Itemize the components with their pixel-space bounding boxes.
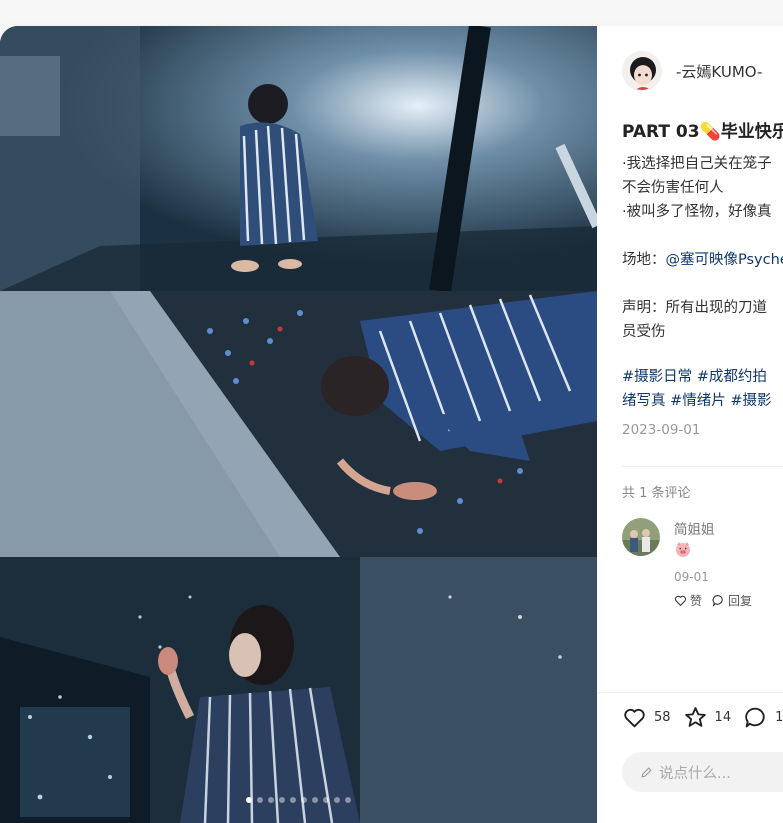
comment-input[interactable]: 说点什么... bbox=[622, 752, 783, 792]
carousel-photo-2 bbox=[0, 291, 597, 557]
venue-line: 场地：@塞可映像Psyche bbox=[622, 248, 783, 272]
carousel-dot[interactable] bbox=[323, 797, 329, 803]
disclaimer-line: 声明：所有出现的刀道 bbox=[622, 300, 767, 316]
like-count: 58 bbox=[654, 710, 671, 725]
hashtag-list: #摄影日常 #成都约拍 绪写真 #情绪片 #摄影 bbox=[622, 365, 783, 413]
desc-line: ·被叫多了怪物，好像真 bbox=[622, 204, 772, 220]
comment-count-bottom: 1 bbox=[775, 710, 783, 725]
comment-like-button[interactable]: 赞 bbox=[674, 592, 702, 609]
author-info[interactable]: -云嫣KUMO- bbox=[622, 51, 762, 91]
carousel-dot[interactable] bbox=[257, 797, 263, 803]
note-description: ·我选择把自己关在笼子 不会伤害任何人 ·被叫多了怪物，好像真 场地：@塞可映像… bbox=[622, 152, 783, 344]
like-button[interactable]: 58 bbox=[622, 705, 671, 730]
engagement-bar: 58 14 1 bbox=[622, 705, 783, 730]
desc-line: ·我选择把自己关在笼子 bbox=[622, 156, 772, 172]
carousel-dot[interactable] bbox=[246, 797, 252, 803]
disclaimer-line: 员受伤 bbox=[622, 324, 666, 340]
carousel-photo-1 bbox=[0, 26, 597, 291]
pencil-icon bbox=[641, 766, 652, 778]
comment-reply-button[interactable]: 回复 bbox=[712, 592, 752, 609]
comment-bubble-icon bbox=[745, 707, 765, 728]
carousel-dot[interactable] bbox=[290, 797, 296, 803]
comment-input-placeholder: 说点什么... bbox=[659, 765, 731, 782]
carousel-photo-3 bbox=[0, 557, 597, 823]
comment-button[interactable]: 1 bbox=[743, 705, 783, 730]
carousel-dot[interactable] bbox=[334, 797, 340, 803]
image-carousel[interactable] bbox=[0, 26, 597, 823]
carousel-dot[interactable] bbox=[312, 797, 318, 803]
star-icon bbox=[684, 707, 706, 727]
carousel-dot[interactable] bbox=[345, 797, 351, 803]
author-avatar[interactable] bbox=[622, 51, 662, 91]
hashtag-line[interactable]: 绪写真 #情绪片 #摄影 bbox=[622, 389, 783, 413]
commenter-avatar[interactable] bbox=[622, 518, 660, 556]
post-date: 2023-09-01 bbox=[622, 422, 701, 438]
note-detail-card: -云嫣KUMO- PART 03💊毕业快乐 ·我选择把自己关在笼子 不会伤害任何… bbox=[0, 26, 783, 823]
carousel-dot[interactable] bbox=[268, 797, 274, 803]
hashtag-line[interactable]: #摄影日常 #成都约拍 bbox=[622, 365, 783, 389]
reply-bubble-icon bbox=[712, 595, 723, 607]
commenter-name[interactable]: 简姐姐 bbox=[674, 518, 715, 538]
comment-like-label: 赞 bbox=[690, 594, 703, 608]
divider bbox=[622, 466, 783, 467]
venue-mention-link[interactable]: @塞可映像Psyche bbox=[666, 252, 783, 268]
carousel-dot[interactable] bbox=[279, 797, 285, 803]
heart-icon bbox=[624, 708, 645, 728]
note-sidebar: -云嫣KUMO- PART 03💊毕业快乐 ·我选择把自己关在笼子 不会伤害任何… bbox=[597, 26, 783, 823]
carousel-indicator[interactable] bbox=[0, 797, 597, 803]
comment-reply-label: 回复 bbox=[728, 594, 753, 608]
note-title: PART 03💊毕业快乐 bbox=[622, 122, 783, 142]
comment-count: 共 1 条评论 bbox=[622, 486, 691, 501]
collect-button[interactable]: 14 bbox=[683, 705, 732, 730]
comment-actions: 赞 回复 bbox=[674, 592, 752, 609]
carousel-dot[interactable] bbox=[301, 797, 307, 803]
collect-count: 14 bbox=[714, 710, 732, 725]
comment-date: 09-01 bbox=[674, 570, 709, 584]
heart-icon bbox=[674, 595, 687, 607]
pig-emoji-icon bbox=[674, 540, 692, 558]
desc-line: 不会伤害任何人 bbox=[622, 180, 724, 196]
venue-label: 场地： bbox=[622, 252, 666, 268]
divider bbox=[597, 692, 783, 693]
author-name[interactable]: -云嫣KUMO- bbox=[676, 61, 762, 82]
